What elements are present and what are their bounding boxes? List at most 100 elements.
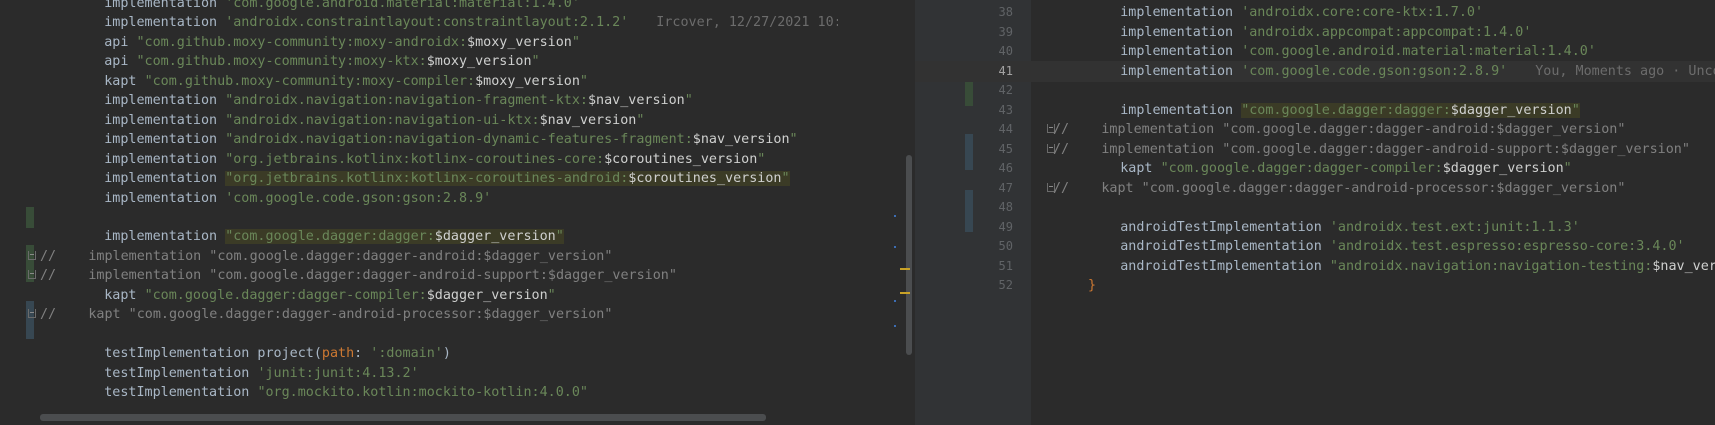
code-text: testImplementation project(path: ':domai… <box>72 343 451 364</box>
code-text: implementation 'androidx.core:core-ktx:1… <box>1088 2 1483 23</box>
error-stripe-mark[interactable] <box>900 292 910 294</box>
line-number[interactable]: 51 <box>915 256 1013 277</box>
line-number[interactable]: 40 <box>915 41 1013 62</box>
code-token: kapt <box>104 73 145 89</box>
code-line[interactable]: implementation "androidx.navigation:navi… <box>0 110 838 131</box>
error-stripe-mark[interactable] <box>894 300 896 302</box>
code-token: $moxy_version <box>426 54 532 70</box>
code-token: 'androidx.appcompat:appcompat:1.4.0' <box>1241 24 1532 40</box>
error-stripe-mark[interactable] <box>894 215 896 217</box>
error-stripe-mark[interactable] <box>894 246 896 248</box>
code-token: $dagger_version <box>1450 102 1572 118</box>
code-line[interactable]: implementation "androidx.navigation:navi… <box>0 129 838 150</box>
code-line[interactable]: testImplementation project(path: ':domai… <box>0 343 838 364</box>
code-token: kapt <box>1120 161 1161 176</box>
code-token: "com.google.dagger:dagger: <box>1241 102 1451 118</box>
line-number[interactable]: 48 <box>915 197 1013 218</box>
code-token: " <box>636 112 645 128</box>
code-line[interactable]: 52} <box>915 275 1715 296</box>
code-line[interactable]: // implementation "com.google.dagger:dag… <box>0 265 838 286</box>
error-stripe-mark[interactable] <box>900 268 910 270</box>
code-token: "com.github.moxy-community:moxy-ktx: <box>136 54 427 70</box>
code-line[interactable]: 40 implementation 'com.google.android.ma… <box>915 41 1715 62</box>
code-text: implementation "androidx.navigation:navi… <box>72 129 797 150</box>
code-token: $nav_version <box>587 93 685 109</box>
code-token: $dagger_version <box>1442 161 1564 176</box>
code-token: ) <box>442 346 451 362</box>
code-token: 'junit:junit:4.13.2' <box>257 365 419 381</box>
fold-icon[interactable] <box>28 250 36 260</box>
line-number[interactable]: 43 <box>915 100 1013 121</box>
code-line[interactable]: 38 implementation 'androidx.core:core-kt… <box>915 2 1715 23</box>
code-token: "androidx.navigation:navigation-fragment… <box>225 93 588 109</box>
code-token: // implementation "com.google.dagger:dag… <box>1053 122 1626 137</box>
code-line[interactable]: 46 kapt "com.google.dagger:dagger-compil… <box>915 158 1715 179</box>
code-line[interactable]: implementation 'com.google.code.gson:gso… <box>0 188 838 209</box>
code-token: $moxy_version <box>475 73 580 89</box>
horizontal-scrollbar[interactable] <box>40 414 766 421</box>
code-line[interactable]: kapt "com.google.dagger:dagger-compiler:… <box>0 285 838 306</box>
code-line[interactable]: 44 // implementation "com.google.dagger:d… <box>915 119 1715 140</box>
line-number[interactable]: 42 <box>915 80 1013 101</box>
code-line[interactable]: 45 // implementation "com.google.dagger:d… <box>915 139 1715 160</box>
code-line[interactable]: 50 androidTestImplementation 'androidx.t… <box>915 236 1715 257</box>
code-token: : <box>354 346 371 362</box>
code-line[interactable]: implementation "org.jetbrains.kotlinx:ko… <box>0 149 838 170</box>
code-token: 'androidx.test.espresso:espresso-core:3.… <box>1329 239 1685 254</box>
code-line[interactable]: implementation "org.jetbrains.kotlinx:ko… <box>0 168 838 189</box>
code-line[interactable]: kapt "com.github.moxy-community:moxy-com… <box>0 71 838 92</box>
code-text: kapt "com.google.dagger:dagger-compiler:… <box>1088 158 1571 179</box>
code-line[interactable]: 39 implementation 'androidx.appcompat:ap… <box>915 22 1715 43</box>
line-number[interactable]: 41 <box>915 61 1013 82</box>
code-line[interactable]: 48 <box>915 197 1715 218</box>
code-text: testImplementation "org.mockito.kotlin:m… <box>72 382 588 403</box>
code-line[interactable]: 49 androidTestImplementation 'androidx.t… <box>915 217 1715 238</box>
code-token: 'com.google.code.gson:gson:2.8.9' <box>1241 63 1508 79</box>
line-number[interactable]: 47 <box>915 178 1013 199</box>
left-editor-pane[interactable]: implementation 'com.google.android.mater… <box>0 0 838 425</box>
line-number[interactable]: 50 <box>915 236 1013 257</box>
code-line[interactable] <box>0 207 838 228</box>
code-line[interactable]: 41 implementation 'com.google.code.gson:… <box>915 60 1715 82</box>
code-line[interactable]: // implementation "com.google.dagger:dag… <box>0 246 838 267</box>
fold-icon[interactable] <box>28 309 36 319</box>
code-text: testImplementation 'junit:junit:4.13.2' <box>72 363 419 384</box>
error-stripe-mark[interactable] <box>894 325 896 327</box>
line-number[interactable]: 49 <box>915 217 1013 238</box>
code-line[interactable]: 43 implementation "com.google.dagger:dag… <box>915 100 1715 121</box>
code-line[interactable]: api "com.github.moxy-community:moxy-andr… <box>0 32 838 53</box>
code-line[interactable]: 42 <box>915 80 1715 101</box>
code-line[interactable]: api "com.github.moxy-community:moxy-ktx:… <box>0 51 838 72</box>
code-line[interactable]: 47 // kapt "com.google.dagger:dagger-andr… <box>915 178 1715 199</box>
code-line[interactable]: // kapt "com.google.dagger:dagger-androi… <box>0 304 838 325</box>
code-text: kapt "com.github.moxy-community:moxy-com… <box>72 71 588 92</box>
code-token: $nav_version <box>539 112 637 128</box>
code-token: implementation <box>1120 63 1242 79</box>
code-line[interactable]: implementation 'androidx.constraintlayou… <box>0 12 838 33</box>
code-token: "androidx.navigation:navigation-ui-ktx: <box>225 112 540 128</box>
code-text: androidTestImplementation "androidx.navi… <box>1088 256 1715 277</box>
line-number[interactable]: 46 <box>915 158 1013 179</box>
line-number[interactable]: 44 <box>915 119 1013 140</box>
line-number[interactable]: 38 <box>915 2 1013 23</box>
code-token: " <box>547 287 556 303</box>
line-number[interactable]: 45 <box>915 139 1013 160</box>
code-line[interactable]: testImplementation "org.mockito.kotlin:m… <box>0 382 838 403</box>
code-line[interactable]: implementation "androidx.navigation:navi… <box>0 90 838 111</box>
code-token: " <box>684 93 693 109</box>
code-text: implementation 'com.google.code.gson:gso… <box>1088 61 1715 82</box>
code-line[interactable]: implementation "com.google.dagger:dagger… <box>0 226 838 247</box>
code-line[interactable]: 51 androidTestImplementation "androidx.n… <box>915 256 1715 277</box>
line-number[interactable]: 39 <box>915 22 1013 43</box>
fold-icon[interactable] <box>28 270 36 280</box>
code-line[interactable] <box>0 324 838 345</box>
line-number[interactable]: 52 <box>915 275 1013 296</box>
right-editor-pane[interactable]: 38 implementation 'androidx.core:core-kt… <box>915 0 1715 425</box>
code-token: 'androidx.constraintlayout:constraintlay… <box>225 15 629 31</box>
vertical-scrollbar-thumb[interactable] <box>906 155 912 355</box>
code-line[interactable]: testImplementation 'junit:junit:4.13.2' <box>0 363 838 384</box>
